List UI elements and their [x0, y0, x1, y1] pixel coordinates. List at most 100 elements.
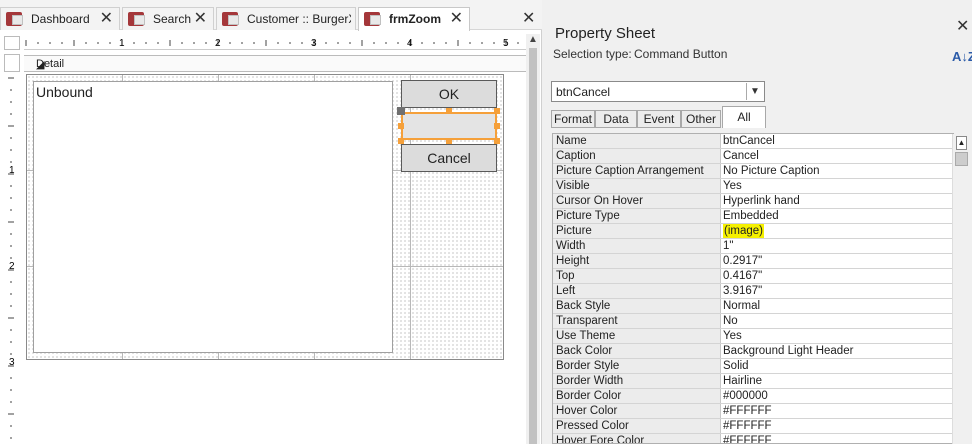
scroll-thumb[interactable] [955, 152, 968, 166]
property-row[interactable]: Caption Cancel [553, 149, 953, 164]
resize-handle[interactable] [398, 123, 404, 129]
property-value[interactable]: Yes [723, 179, 742, 193]
tab-other[interactable]: Other [681, 110, 721, 128]
tab-event[interactable]: Event [637, 110, 681, 128]
property-name: Border Style [553, 359, 721, 373]
sort-az-icon[interactable]: A↓Z [952, 50, 972, 63]
property-name: Width [553, 239, 721, 253]
close-icon[interactable]: ✕ [956, 16, 969, 36]
tab-search[interactable]: Search ✕ [122, 7, 214, 30]
property-name: Caption [553, 149, 721, 163]
property-name: Border Color [553, 389, 721, 403]
move-handle[interactable] [397, 107, 405, 115]
property-value[interactable]: Normal [723, 299, 760, 313]
property-value[interactable]: btnCancel [723, 134, 775, 148]
tab-dashboard[interactable]: Dashboard ✕ [0, 7, 120, 30]
tab-all[interactable]: All [722, 106, 766, 128]
property-value[interactable]: #FFFFFF [723, 434, 772, 443]
ruler-number: 3 [9, 357, 15, 368]
tab-customer-burgerx[interactable]: Customer :: BurgerX... [216, 7, 356, 30]
property-value[interactable]: #000000 [723, 389, 768, 403]
tab-format[interactable]: Format [551, 110, 595, 128]
chevron-down-icon[interactable]: ▼ [746, 83, 763, 100]
property-name: Pressed Color [553, 419, 721, 433]
resize-handle[interactable] [446, 108, 452, 114]
property-value[interactable]: No Picture Caption [723, 164, 820, 178]
property-value[interactable]: 0.4167" [723, 269, 762, 283]
property-value[interactable]: 1" [723, 239, 733, 253]
tab-data[interactable]: Data [595, 110, 637, 128]
object-selector-combo[interactable]: btnCancel ▼ [551, 81, 765, 102]
scroll-thumb[interactable] [529, 48, 537, 444]
property-value[interactable]: Solid [723, 359, 749, 373]
property-row[interactable]: Height 0.2917" [553, 254, 953, 269]
property-row[interactable]: Border Color #000000 [553, 389, 953, 404]
property-value[interactable]: Embedded [723, 209, 779, 223]
property-row[interactable]: Border Style Solid [553, 359, 953, 374]
ruler-number: 5 [503, 38, 509, 49]
property-name: Picture [553, 224, 721, 238]
unbound-textbox[interactable]: Unbound [33, 81, 393, 353]
property-value[interactable]: Hairline [723, 374, 762, 388]
property-name: Transparent [553, 314, 721, 328]
property-value[interactable]: Hyperlink hand [723, 194, 800, 208]
vertical-scrollbar[interactable]: ▲ [526, 34, 540, 444]
property-grid-scrollbar[interactable]: ▲ [952, 134, 969, 444]
form-design-pane: Dashboard ✕ Search ✕ Customer :: BurgerX… [0, 0, 542, 444]
scroll-up-icon[interactable]: ▲ [956, 136, 967, 150]
property-row[interactable]: Transparent No [553, 314, 953, 329]
cancel-button[interactable]: Cancel [401, 144, 497, 172]
access-form-icon [6, 12, 23, 26]
property-value[interactable]: (image) [723, 224, 764, 238]
detail-section-bar[interactable]: ◢ Detail [24, 55, 526, 72]
property-name: Visible [553, 179, 721, 193]
tab-frmzoom[interactable]: frmZoom ✕ [358, 7, 470, 31]
close-icon[interactable]: ✕ [194, 8, 207, 30]
section-selector[interactable] [4, 54, 20, 72]
property-row[interactable]: Back Color Background Light Header [553, 344, 953, 359]
property-row[interactable]: Name btnCancel [553, 134, 953, 149]
property-value[interactable]: 3.9167" [723, 284, 762, 298]
property-row[interactable]: Visible Yes [553, 179, 953, 194]
form-selector[interactable] [4, 36, 20, 50]
property-value[interactable]: No [723, 314, 738, 328]
ruler-number: 1 [9, 165, 15, 176]
property-row[interactable]: Picture Type Embedded [553, 209, 953, 224]
property-row[interactable]: Back Style Normal [553, 299, 953, 314]
property-name: Top [553, 269, 721, 283]
property-value[interactable]: Background Light Header [723, 344, 853, 358]
horizontal-ruler: 1 2 3 4 5 [24, 38, 526, 50]
tab-label: Customer :: BurgerX... [247, 12, 351, 26]
property-value[interactable]: 0.2917" [723, 254, 762, 268]
combo-value: btnCancel [556, 85, 611, 99]
property-value[interactable]: #FFFFFF [723, 419, 772, 433]
property-value[interactable]: Cancel [723, 149, 759, 163]
detail-section-canvas[interactable]: Unbound OK Cancel [26, 74, 504, 360]
property-row[interactable]: Hover Color #FFFFFF [553, 404, 953, 419]
property-row[interactable]: Pressed Color #FFFFFF [553, 419, 953, 434]
property-value[interactable]: Yes [723, 329, 742, 343]
scroll-up-icon[interactable]: ▲ [528, 34, 538, 45]
property-row[interactable]: Top 0.4167" [553, 269, 953, 284]
property-value[interactable]: #FFFFFF [723, 404, 772, 418]
close-icon[interactable]: ✕ [100, 8, 113, 30]
close-document-icon[interactable]: ✕ [522, 8, 535, 28]
property-row[interactable]: Left 3.9167" [553, 284, 953, 299]
selected-command-button[interactable] [401, 112, 497, 140]
section-label: Detail [36, 58, 65, 70]
resize-handle[interactable] [494, 123, 500, 129]
property-row[interactable]: Hover Fore Color #FFFFFF [553, 434, 953, 443]
property-row[interactable]: Width 1" [553, 239, 953, 254]
property-row[interactable]: Use Theme Yes [553, 329, 953, 344]
selection-type-label: Selection type: [553, 47, 632, 61]
ok-button[interactable]: OK [401, 80, 497, 108]
resize-handle[interactable] [494, 108, 500, 114]
close-icon[interactable]: ✕ [450, 8, 463, 30]
selection-type-value: Command Button [634, 47, 728, 61]
property-row[interactable]: Cursor On Hover Hyperlink hand [553, 194, 953, 209]
property-row[interactable]: Picture (image) [553, 224, 953, 239]
vertical-ruler: 1 2 3 [8, 77, 15, 439]
ruler-number: 3 [311, 38, 317, 49]
property-row[interactable]: Picture Caption Arrangement No Picture Ca… [553, 164, 953, 179]
property-row[interactable]: Border Width Hairline [553, 374, 953, 389]
